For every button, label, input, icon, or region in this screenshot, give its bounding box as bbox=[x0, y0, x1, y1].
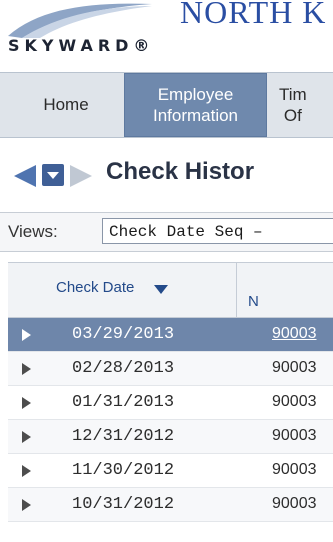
table-row[interactable]: 10/31/2012 90003 bbox=[8, 488, 333, 522]
table-row[interactable]: 11/30/2012 90003 bbox=[8, 454, 333, 488]
views-label: Views: bbox=[8, 222, 58, 241]
tab-time-off-label: Tim Of bbox=[279, 84, 307, 125]
sort-descending-icon bbox=[154, 285, 168, 294]
check-number-cell: 90003 bbox=[272, 393, 317, 410]
check-number-cell: 90003 bbox=[272, 495, 317, 512]
table-row[interactable]: 02/28/2013 90003 bbox=[8, 352, 333, 386]
page-menu-button[interactable] bbox=[42, 164, 64, 186]
check-date-column-header[interactable]: Check Date bbox=[8, 263, 237, 317]
table-row[interactable]: 12/31/2012 90003 bbox=[8, 420, 333, 454]
check-date-cell: 10/31/2012 bbox=[72, 495, 175, 514]
brand-header: SKYWARD® NORTH K bbox=[0, 0, 333, 66]
expand-row-icon[interactable] bbox=[22, 465, 31, 477]
tab-employee-information-label: Employee Information bbox=[152, 84, 239, 125]
check-number-cell: 90003 bbox=[272, 461, 317, 478]
expand-row-icon[interactable] bbox=[22, 431, 31, 443]
check-number-cell: 90003 bbox=[272, 427, 317, 444]
check-date-cell: 11/30/2012 bbox=[72, 461, 175, 480]
check-number-cell: 90003 bbox=[272, 359, 317, 376]
check-date-cell: 01/31/2013 bbox=[72, 393, 175, 412]
expand-row-icon[interactable] bbox=[22, 363, 31, 375]
expand-row-icon[interactable] bbox=[22, 329, 31, 341]
tab-time-off[interactable]: Tim Of bbox=[279, 73, 333, 137]
next-arrow-icon[interactable] bbox=[70, 165, 92, 187]
grid-header: Check Date N bbox=[8, 262, 333, 318]
check-history-grid: Check Date N 03/29/2013 90003 02/28/2013… bbox=[8, 262, 333, 522]
tab-home[interactable]: Home bbox=[22, 73, 110, 137]
page-title-row: Check Histor bbox=[0, 148, 333, 200]
check-date-cell: 02/28/2013 bbox=[72, 359, 175, 378]
views-select[interactable]: Check Date Seq – bbox=[102, 218, 333, 244]
chevron-down-icon bbox=[47, 172, 59, 179]
skyward-swoosh-logo bbox=[8, 3, 152, 38]
views-bar: Views: Check Date Seq – bbox=[0, 212, 333, 252]
table-row[interactable]: 01/31/2013 90003 bbox=[8, 386, 333, 420]
check-number-link[interactable]: 90003 bbox=[272, 325, 317, 343]
tab-home-label: Home bbox=[43, 95, 89, 115]
page-title: Check Histor bbox=[106, 158, 255, 185]
check-date-cell: 03/29/2013 bbox=[72, 325, 175, 344]
main-navigation: Home Employee Information Tim Of bbox=[0, 72, 333, 138]
district-name: NORTH K bbox=[180, 0, 327, 30]
table-row[interactable]: 03/29/2013 90003 bbox=[8, 318, 333, 352]
previous-arrow-icon[interactable] bbox=[14, 165, 36, 187]
expand-row-icon[interactable] bbox=[22, 499, 31, 511]
check-date-cell: 12/31/2012 bbox=[72, 427, 175, 446]
check-date-header-label: Check Date bbox=[56, 279, 135, 296]
tab-employee-information[interactable]: Employee Information bbox=[124, 73, 267, 137]
number-column-header[interactable]: N bbox=[248, 293, 259, 310]
skyward-logo-text: SKYWARD® bbox=[8, 36, 155, 55]
expand-row-icon[interactable] bbox=[22, 397, 31, 409]
